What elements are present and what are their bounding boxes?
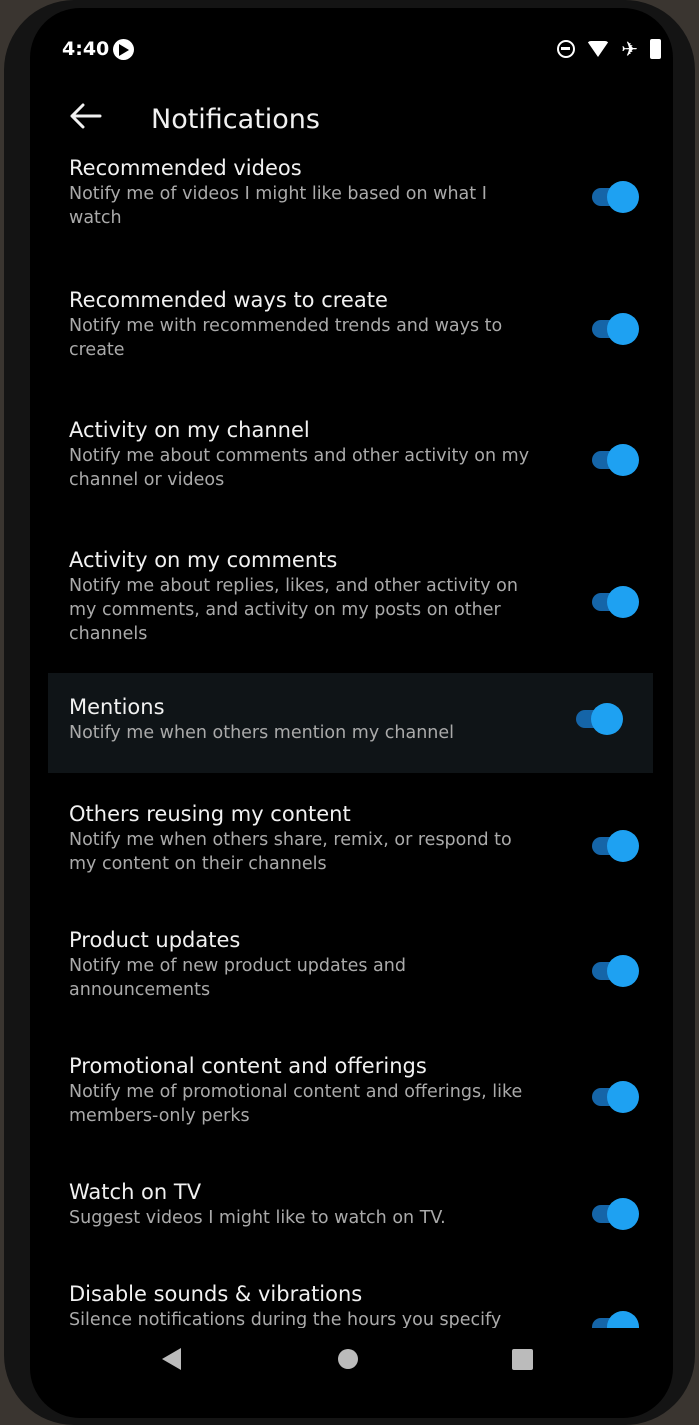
toggle-switch[interactable] [588, 1081, 639, 1113]
do-not-disturb-icon [557, 40, 576, 58]
toggle-switch[interactable] [588, 313, 639, 345]
setting-watch-on-tv[interactable]: Watch on TV Suggest videos I might like … [30, 1178, 673, 1258]
switch-thumb [607, 313, 639, 345]
setting-title: Recommended videos [69, 156, 302, 180]
setting-subtitle: Notify me with recommended trends and wa… [69, 316, 503, 360]
status-time: 4:40 [62, 38, 110, 60]
switch-thumb [607, 586, 639, 618]
setting-mentions[interactable]: Mentions Notify me when others mention m… [48, 673, 653, 773]
setting-title: Activity on my comments [69, 548, 338, 572]
switch-thumb [607, 181, 639, 213]
setting-subtitle: Notify me about replies, likes, and othe… [69, 576, 518, 644]
toggle-switch[interactable] [588, 955, 639, 987]
setting-text: Mentions Notify me when others mention m… [69, 693, 539, 745]
switch-thumb [607, 1198, 639, 1230]
setting-title: Recommended ways to create [69, 288, 388, 312]
nav-home-icon[interactable] [338, 1349, 358, 1369]
setting-title: Watch on TV [69, 1180, 202, 1204]
switch-thumb [591, 703, 623, 735]
setting-title: Disable sounds & vibrations [69, 1282, 363, 1306]
setting-text: Recommended videos Notify me of videos I… [69, 154, 539, 230]
setting-subtitle: Notify me when others mention my channel [69, 723, 454, 743]
setting-title: Promotional content and offerings [69, 1054, 427, 1078]
setting-text: Disable sounds & vibrations Silence noti… [69, 1280, 539, 1328]
setting-promotional-content[interactable]: Promotional content and offerings Notify… [30, 1052, 673, 1142]
nav-recents-icon[interactable] [512, 1349, 533, 1370]
back-arrow-icon[interactable] [68, 100, 104, 132]
toggle-switch[interactable] [588, 1311, 639, 1328]
setting-title: Product updates [69, 928, 241, 952]
app-bar: Notifications [30, 92, 673, 152]
switch-thumb [607, 830, 639, 862]
setting-recommended-videos[interactable]: Recommended videos Notify me of videos I… [30, 154, 673, 244]
toggle-switch[interactable] [588, 830, 639, 862]
toggle-switch[interactable] [588, 1198, 639, 1230]
setting-subtitle: Notify me of promotional content and off… [69, 1082, 523, 1126]
setting-activity-on-my-channel[interactable]: Activity on my channel Notify me about c… [30, 416, 673, 506]
nav-back-icon[interactable] [162, 1348, 181, 1370]
setting-text: Promotional content and offerings Notify… [69, 1052, 539, 1128]
toggle-switch[interactable] [588, 444, 639, 476]
setting-subtitle: Silence notifications during the hours y… [69, 1310, 502, 1328]
setting-disable-sounds-vibrations[interactable]: Disable sounds & vibrations Silence noti… [30, 1280, 673, 1328]
cast-icon [113, 39, 134, 60]
switch-thumb [607, 444, 639, 476]
phone-screen: 4:40 ✈ Notifications Recommended videos [30, 8, 673, 1418]
airplane-icon: ✈ [621, 37, 638, 61]
battery-icon [650, 39, 661, 59]
setting-subtitle: Suggest videos I might like to watch on … [69, 1208, 446, 1228]
setting-recommended-ways-to-create[interactable]: Recommended ways to create Notify me wit… [30, 286, 673, 376]
toggle-switch[interactable] [588, 586, 639, 618]
wifi-icon [587, 41, 610, 57]
switch-thumb [607, 1081, 639, 1113]
system-nav-bar [30, 1336, 673, 1396]
settings-list[interactable]: Recommended videos Notify me of videos I… [30, 148, 673, 1328]
setting-text: Recommended ways to create Notify me wit… [69, 286, 539, 362]
status-bar: 4:40 ✈ [30, 8, 673, 92]
setting-text: Product updates Notify me of new product… [69, 926, 539, 1002]
setting-activity-on-my-comments[interactable]: Activity on my comments Notify me about … [30, 546, 673, 661]
page-title: Notifications [151, 104, 320, 135]
phone-bezel: 4:40 ✈ Notifications Recommended videos [4, 0, 695, 1425]
setting-text: Activity on my comments Notify me about … [69, 546, 539, 646]
setting-text: Activity on my channel Notify me about c… [69, 416, 539, 492]
setting-subtitle: Notify me of videos I might like based o… [69, 184, 487, 228]
setting-subtitle: Notify me about comments and other activ… [69, 446, 530, 490]
setting-product-updates[interactable]: Product updates Notify me of new product… [30, 926, 673, 1016]
status-icons: ✈ [557, 39, 661, 59]
toggle-switch[interactable] [588, 181, 639, 213]
toggle-switch[interactable] [572, 703, 623, 735]
setting-title: Mentions [69, 695, 165, 719]
setting-text: Watch on TV Suggest videos I might like … [69, 1178, 539, 1230]
setting-subtitle: Notify me of new product updates and ann… [69, 956, 406, 1000]
setting-subtitle: Notify me when others share, remix, or r… [69, 830, 512, 874]
setting-text: Others reusing my content Notify me when… [69, 800, 539, 876]
switch-thumb [607, 955, 639, 987]
setting-others-reusing-my-content[interactable]: Others reusing my content Notify me when… [30, 800, 673, 890]
setting-title: Activity on my channel [69, 418, 310, 442]
setting-title: Others reusing my content [69, 802, 351, 826]
switch-thumb [607, 1311, 639, 1328]
